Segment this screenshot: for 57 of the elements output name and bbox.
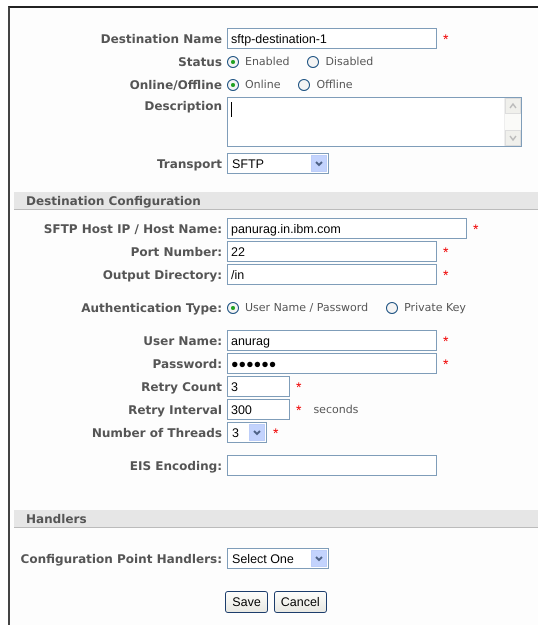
radio-label[interactable]: Disabled: [325, 55, 374, 68]
dropdown[interactable]: 3: [227, 422, 267, 443]
field-label: User Name:: [143, 334, 222, 348]
field-label: Description: [144, 98, 222, 113]
section-title: Handlers: [26, 512, 87, 526]
field-label: Retry Interval: [128, 402, 222, 416]
text-field[interactable]: ●●●●●●: [227, 353, 437, 374]
radio-button[interactable]: [386, 302, 398, 314]
text-field[interactable]: [227, 455, 437, 476]
form-button[interactable]: Cancel: [274, 591, 327, 613]
chevron-down-icon[interactable]: [249, 424, 265, 441]
radio-button[interactable]: [227, 302, 239, 314]
required-mark: *: [443, 30, 448, 46]
text-field[interactable]: sftp-destination-1: [227, 28, 437, 49]
dropdown[interactable]: Select One: [227, 548, 329, 569]
field-label: Authentication Type:: [81, 300, 222, 314]
dropdown[interactable]: SFTP: [227, 153, 329, 174]
required-mark: *: [443, 266, 448, 282]
field-label: Status: [178, 54, 222, 68]
radio-button[interactable]: [227, 56, 239, 68]
required-mark: *: [473, 220, 478, 236]
text-field[interactable]: anurag: [227, 330, 437, 351]
field-label: Online/Offline: [130, 78, 222, 92]
field-label: Output Directory:: [102, 268, 222, 282]
text-field[interactable]: 3: [227, 376, 290, 397]
required-mark: *: [443, 356, 448, 372]
radio-label[interactable]: Enabled: [245, 55, 290, 68]
text-field[interactable]: 22: [227, 241, 437, 262]
required-mark: *: [296, 378, 302, 394]
required-mark: *: [273, 424, 278, 440]
chevron-down-icon[interactable]: [311, 155, 327, 172]
radio-label[interactable]: Online: [245, 78, 280, 91]
required-mark: *: [443, 244, 448, 260]
text-field[interactable]: panurag.in.ibm.com: [227, 218, 467, 239]
field-label: Destination Name: [100, 32, 222, 46]
radio-button[interactable]: [307, 56, 320, 68]
field-label: Configuration Point Handlers:: [20, 552, 222, 566]
field-label: Port Number:: [130, 244, 222, 258]
field-label: Number of Threads: [92, 426, 222, 440]
radio-button[interactable]: [298, 78, 310, 90]
radio-button[interactable]: [227, 78, 239, 90]
field-label: Transport: [156, 156, 222, 170]
required-mark: *: [296, 402, 302, 418]
section-title: Destination Configuration: [26, 194, 201, 208]
field-label: Password:: [152, 356, 222, 370]
radio-label[interactable]: User Name / Password: [245, 301, 368, 314]
field-label: Retry Count: [141, 380, 222, 394]
text-field[interactable]: /in: [227, 264, 437, 285]
radio-label[interactable]: Offline: [316, 78, 353, 91]
radio-label[interactable]: Private Key: [404, 301, 466, 314]
unit-label: seconds: [313, 403, 358, 416]
chevron-down-icon[interactable]: [311, 550, 327, 567]
text-field[interactable]: 300: [227, 399, 290, 420]
field-label: SFTP Host IP / Host Name:: [44, 222, 222, 236]
required-mark: *: [443, 332, 448, 348]
form-button[interactable]: Save: [225, 591, 268, 613]
field-label: EIS Encoding:: [130, 458, 222, 472]
